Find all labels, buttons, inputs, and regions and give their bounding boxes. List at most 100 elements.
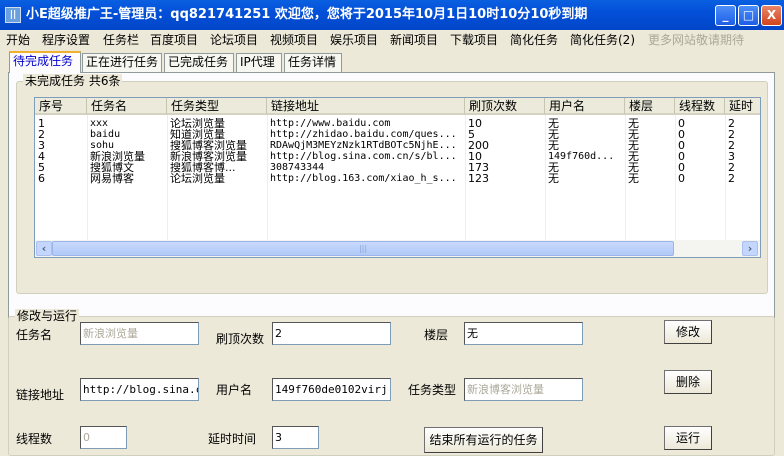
column-header[interactable]: 线程数 [675, 98, 725, 115]
menu-bar: 开始 程序设置 任务栏 百度项目 论坛项目 视频项目 娱乐项目 新闻项目 下载项… [0, 30, 784, 50]
threads-label: 线程数 [16, 432, 53, 446]
tab-completed[interactable]: 已完成任务 [164, 53, 234, 72]
table-cell: sohu [90, 140, 115, 151]
threads-input[interactable]: 0 [80, 426, 127, 449]
url-input[interactable]: http://blog.sina.com.cn [80, 378, 199, 401]
column-header[interactable]: 用户名 [545, 98, 625, 115]
table-row[interactable]: 3 sohu 搜狐博客浏览量 RDAwQjM3MEYzNzk1RTdBOTc5NjhE… [35, 140, 760, 151]
table-cell: 308743344 [270, 162, 325, 173]
tab-pending[interactable]: 待完成任务 [9, 51, 81, 73]
task-list[interactable]: 序号 任务名 任务类型 链接地址 刷顶次数 用户名 楼层 线程数 延时 1 xxx 论坛浏览量 htt… [34, 97, 761, 258]
table-cell: RDAwQjM3MEYzNzk1RTdBOTc5NjhE... [270, 140, 457, 151]
menu-baidu[interactable]: 百度项目 [150, 30, 198, 50]
run-button[interactable]: 运行 [664, 426, 712, 450]
menu-more: 更多网站敬请期待 [648, 33, 745, 47]
table-cell: 论坛浏览量 [170, 173, 225, 184]
menu-forum[interactable]: 论坛项目 [210, 30, 258, 50]
username-input[interactable]: 149f760de0102virj [272, 378, 391, 401]
menu-simple-task[interactable]: 简化任务 [510, 30, 558, 50]
pending-group-label: 未完成任务 共6条 [23, 74, 123, 88]
refresh-count-input[interactable]: 2 [272, 322, 391, 345]
menu-entertainment[interactable]: 娱乐项目 [330, 30, 378, 50]
table-cell: 10 [468, 151, 482, 162]
table-row[interactable]: 4 新浪浏览量 新浪博客浏览量 http://blog.sina.com.cn/s/b… [35, 151, 760, 162]
menu-video[interactable]: 视频项目 [270, 30, 318, 50]
table-cell: 无 [628, 151, 639, 162]
table-cell: 知道浏览量 [170, 129, 225, 140]
minimize-button[interactable]: _ [715, 5, 736, 26]
menu-start[interactable]: 开始 [6, 30, 30, 50]
table-cell: 0 [678, 173, 685, 184]
table-cell: 2 [728, 173, 735, 184]
close-button[interactable]: X [761, 5, 782, 26]
task-type-input[interactable]: 新浪博客浏览量 [464, 378, 583, 401]
column-header[interactable]: 任务类型 [167, 98, 267, 115]
table-cell: 无 [628, 173, 639, 184]
menu-settings[interactable]: 程序设置 [42, 30, 90, 50]
tab-running[interactable]: 正在进行任务 [82, 53, 162, 72]
delay-input[interactable]: 3 [272, 426, 319, 449]
menu-simple-task-2[interactable]: 简化任务(2) [570, 30, 635, 50]
table-cell: 2 [728, 129, 735, 140]
table-cell: 无 [548, 129, 559, 140]
table-cell: 2 [728, 162, 735, 173]
title-bar: || 小E超级推广王-管理员：qq821741251 欢迎您，您将于2015年1… [0, 0, 784, 30]
table-cell: 0 [678, 151, 685, 162]
menu-news[interactable]: 新闻项目 [390, 30, 438, 50]
url-label: 链接地址 [16, 388, 65, 402]
delete-button[interactable]: 删除 [664, 370, 712, 394]
table-row[interactable]: 5 搜狐博文 搜狐博客博... 308743344 173 无 无 0 2 [35, 162, 760, 173]
table-cell: http://blog.163.com/xiao_h_s... [270, 173, 457, 184]
table-cell: 5 [468, 129, 475, 140]
stop-all-tasks-button[interactable]: 结束所有运行的任务 [424, 427, 543, 453]
refresh-count-label: 刷顶次数 [216, 332, 265, 346]
column-header[interactable]: 楼层 [625, 98, 675, 115]
table-cell: http://blog.sina.com.cn/s/bl... [270, 151, 457, 162]
tab-ip-proxy[interactable]: IP代理 [236, 53, 282, 72]
column-header[interactable]: 刷顶次数 [465, 98, 545, 115]
table-row[interactable]: 1 xxx 论坛浏览量 http://www.baidu.com 10 无 无 0 2 [35, 118, 760, 129]
maximize-button[interactable]: □ [738, 5, 759, 26]
app-icon: || [5, 7, 21, 23]
table-cell: 3 [38, 140, 45, 151]
table-cell: baidu [90, 129, 121, 140]
table-cell: 新浪浏览量 [90, 151, 145, 162]
horizontal-scrollbar[interactable]: ‹ ||| › [35, 240, 760, 257]
task-type-label: 任务类型 [408, 383, 457, 397]
column-header[interactable]: 序号 [35, 98, 87, 115]
scroll-left-icon[interactable]: ‹ [36, 241, 52, 256]
table-cell: 无 [628, 140, 639, 151]
scroll-thumb[interactable]: ||| [52, 241, 674, 256]
table-cell: 2 [728, 118, 735, 129]
column-header[interactable]: 链接地址 [267, 98, 465, 115]
floor-label: 楼层 [424, 328, 449, 342]
column-header[interactable]: 任务名 [87, 98, 167, 115]
table-cell: 网易博客 [90, 173, 134, 184]
column-header[interactable]: 延时 [725, 98, 760, 115]
window-title: 小E超级推广王-管理员：qq821741251 欢迎您，您将于2015年10月1… [26, 7, 588, 22]
edit-run-group-label: 修改与运行 [15, 309, 80, 323]
username-label: 用户名 [216, 383, 253, 397]
menu-taskbar[interactable]: 任务栏 [103, 30, 139, 50]
table-cell: 2 [38, 129, 45, 140]
task-name-input[interactable]: 新浪浏览量 [80, 322, 199, 345]
table-cell: 0 [678, 162, 685, 173]
floor-input[interactable]: 无 [464, 322, 583, 345]
table-cell: 200 [468, 140, 489, 151]
table-cell: 无 [548, 162, 559, 173]
menu-download[interactable]: 下载项目 [450, 30, 498, 50]
scroll-right-icon[interactable]: › [742, 241, 758, 256]
table-cell: 6 [38, 173, 45, 184]
table-cell: 123 [468, 173, 489, 184]
table-row[interactable]: 2 baidu 知道浏览量 http://zhidao.baidu.com/ques.… [35, 129, 760, 140]
table-cell: 搜狐博文 [90, 162, 134, 173]
table-cell: 新浪博客浏览量 [170, 151, 247, 162]
tab-task-detail[interactable]: 任务详情 [284, 53, 342, 72]
table-cell: 0 [678, 118, 685, 129]
modify-button[interactable]: 修改 [664, 320, 712, 344]
table-cell: http://www.baidu.com [270, 118, 391, 129]
table-cell: 搜狐博客浏览量 [170, 140, 247, 151]
table-cell: 149f760d... [548, 151, 615, 162]
table-cell: 10 [468, 118, 482, 129]
table-row[interactable]: 6 网易博客 论坛浏览量 http://blog.163.com/xiao_h_s..… [35, 173, 760, 184]
